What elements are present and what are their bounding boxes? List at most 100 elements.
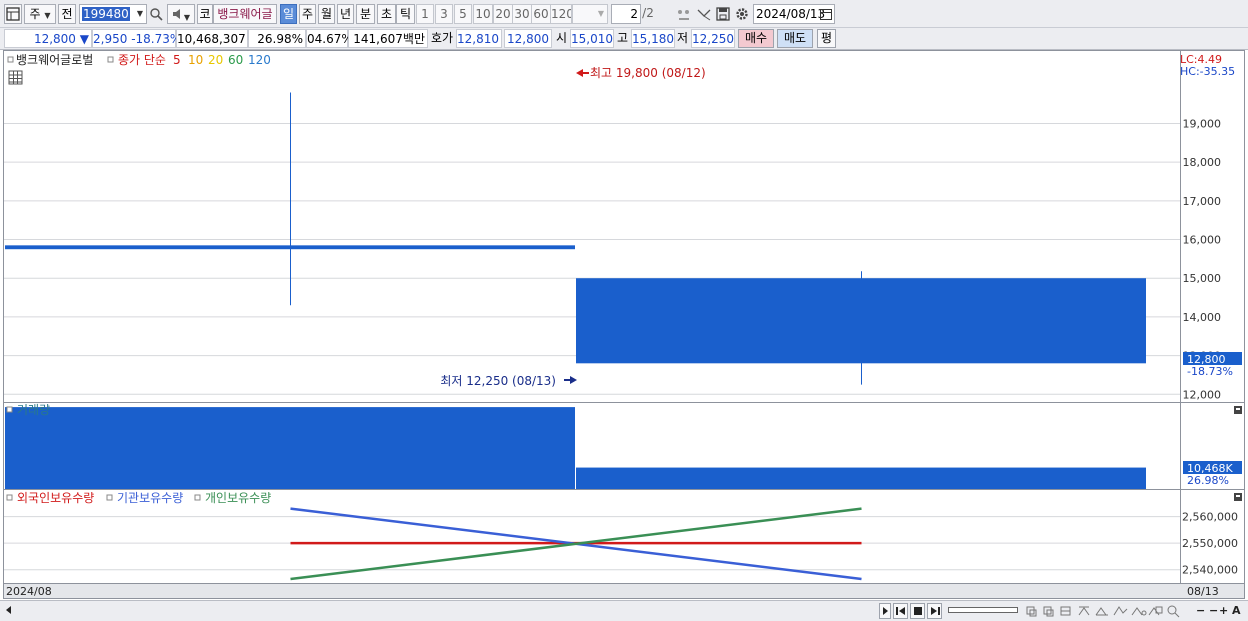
interval-120[interactable]: 120 xyxy=(550,4,572,24)
ma5-label: 5 xyxy=(173,53,181,67)
chevron-down-icon: ▼ xyxy=(136,9,143,18)
chart-scrollbar[interactable]: − − + A xyxy=(0,600,1248,621)
auto-scale-button[interactable]: A xyxy=(1232,604,1244,619)
tab-period-day[interactable]: 일 xyxy=(280,4,297,24)
search-button[interactable] xyxy=(148,4,164,24)
price-tick-label: 19,000 xyxy=(1183,117,1222,130)
scroll-right-button[interactable] xyxy=(879,603,891,619)
price-tick-label: 12,000 xyxy=(1183,388,1222,401)
zoom-in-button[interactable]: + xyxy=(1219,604,1229,619)
window-menu-icon xyxy=(6,7,20,21)
holdings-panel-close-icon[interactable] xyxy=(1234,493,1242,501)
volume-title: 거래량 xyxy=(17,403,50,417)
buy-button[interactable]: 매수 xyxy=(738,29,774,48)
volume-box: 10,468,307 xyxy=(176,29,248,48)
legend-square-icon xyxy=(7,56,14,63)
stock-chart[interactable]: 19,00018,00017,00016,00015,00014,00013,0… xyxy=(0,50,1248,600)
tab-period-week[interactable]: 주 xyxy=(299,4,316,24)
search-icon xyxy=(150,8,163,21)
rewind-button[interactable] xyxy=(893,603,908,619)
volume-panel-close-icon[interactable] xyxy=(1234,406,1242,414)
hc-label: HC:-35.35 xyxy=(1180,65,1235,78)
sound-button[interactable]: ▼ xyxy=(167,4,195,24)
tool-icons[interactable] xyxy=(1024,604,1184,619)
rewind-icon xyxy=(895,607,905,615)
stock-code-input[interactable]: 199480 ▼ xyxy=(79,4,147,24)
interval-20[interactable]: 20 xyxy=(493,4,513,24)
legend-square-icon xyxy=(106,494,113,501)
save-button[interactable] xyxy=(714,4,732,24)
sell-button[interactable]: 매도 xyxy=(777,29,813,48)
zoom-slider[interactable] xyxy=(948,607,1018,613)
low-price: 12,250 xyxy=(691,29,735,48)
price-change: 2,950 xyxy=(93,32,128,46)
line-tool-button[interactable] xyxy=(695,4,713,24)
high-label: 고 xyxy=(617,31,629,45)
fast-forward-button[interactable] xyxy=(927,603,942,619)
settings-button[interactable] xyxy=(733,4,751,24)
candle-body xyxy=(576,278,1146,364)
tab-period-second[interactable]: 초 xyxy=(377,4,396,24)
high-marker: 최고 19,800 (08/12) xyxy=(576,66,706,80)
interval-10[interactable]: 10 xyxy=(473,4,493,24)
low-label: 저 xyxy=(677,31,689,45)
table-view-icon[interactable] xyxy=(8,70,23,85)
price-change-pct: -18.73% xyxy=(131,32,182,46)
triangle-right-icon xyxy=(883,607,888,615)
bid-ask-label: 호가 xyxy=(431,31,454,45)
chart-area[interactable]: 19,00018,00017,00016,00015,00014,00013,0… xyxy=(0,50,1248,600)
zoom-out-alt-button[interactable]: − xyxy=(1209,604,1219,619)
ma120-label: 120 xyxy=(248,53,271,67)
interval-3[interactable]: 3 xyxy=(435,4,453,24)
ask-price: 12,800 xyxy=(504,29,552,48)
interval-30[interactable]: 30 xyxy=(512,4,532,24)
candle-body xyxy=(5,245,575,250)
date-axis-left-label: 2024/08 xyxy=(6,585,52,598)
page-total: /2 xyxy=(642,6,654,20)
high-marker-label: 최고 19,800 (08/12) xyxy=(590,66,706,80)
window-menu-button[interactable] xyxy=(4,4,22,24)
price-tick-label: 16,000 xyxy=(1183,234,1222,247)
chevron-down-icon: ▼ xyxy=(597,9,604,18)
foreign-holdings-label: 외국인보유수량 xyxy=(17,491,94,505)
volume-current-pct: 26.98% xyxy=(1187,474,1229,487)
fast-forward-icon xyxy=(930,607,940,615)
drawing-tools-icon xyxy=(1026,605,1180,618)
interval-5[interactable]: 5 xyxy=(454,4,472,24)
legend-square-icon xyxy=(6,494,13,501)
save-icon xyxy=(716,7,730,21)
legend-square-icon xyxy=(6,406,13,413)
main-toolbar: 주 ▼ 전 199480 ▼ ▼ 코 뱅크웨어글 일 주 월 년 분 초 틱 1 … xyxy=(0,0,1248,28)
volume-bar xyxy=(576,467,1146,489)
page-number-input[interactable]: 2 xyxy=(611,4,641,24)
draw-tool-icon xyxy=(697,9,711,21)
interval-60[interactable]: 60 xyxy=(531,4,551,24)
stop-button[interactable] xyxy=(910,603,925,619)
tab-period-year[interactable]: 년 xyxy=(337,4,354,24)
scroll-left-button[interactable] xyxy=(3,603,15,619)
tab-period-tick[interactable]: 틱 xyxy=(396,4,415,24)
chevron-down-icon: ▼ xyxy=(183,13,191,22)
prev-button[interactable]: 전 xyxy=(58,4,76,24)
speaker-icon xyxy=(172,9,180,19)
price-tick-label: 17,000 xyxy=(1183,195,1222,208)
market-badge: 코 xyxy=(197,4,213,24)
interval-1[interactable]: 1 xyxy=(416,4,434,24)
zoom-out-button[interactable]: − xyxy=(1196,604,1206,619)
tab-period-minute[interactable]: 분 xyxy=(356,4,375,24)
price-tick-label: 14,000 xyxy=(1183,311,1222,324)
tab-period-month[interactable]: 월 xyxy=(318,4,335,24)
triangle-left-icon xyxy=(6,606,11,614)
custom-interval-select[interactable]: ▼ xyxy=(572,4,608,24)
crosshair-tool-button[interactable] xyxy=(675,4,693,24)
quote-bar: 12,800 ▼ 2,950 -18.73% 10,468,307 26.98%… xyxy=(0,28,1248,50)
holdings-tick-label: 2,550,000 xyxy=(1182,537,1238,550)
calendar-button[interactable] xyxy=(818,4,834,24)
price-tick-label: 18,000 xyxy=(1183,156,1222,169)
period-type-select[interactable]: 주 ▼ xyxy=(24,4,56,24)
legend-square-icon xyxy=(107,56,114,63)
stock-name[interactable]: 뱅크웨어글 xyxy=(213,4,277,24)
date-axis-right-label: 08/13 xyxy=(1187,585,1219,598)
current-price-box: 12,800 ▼ xyxy=(4,29,92,48)
eval-button[interactable]: 평 xyxy=(817,29,836,48)
